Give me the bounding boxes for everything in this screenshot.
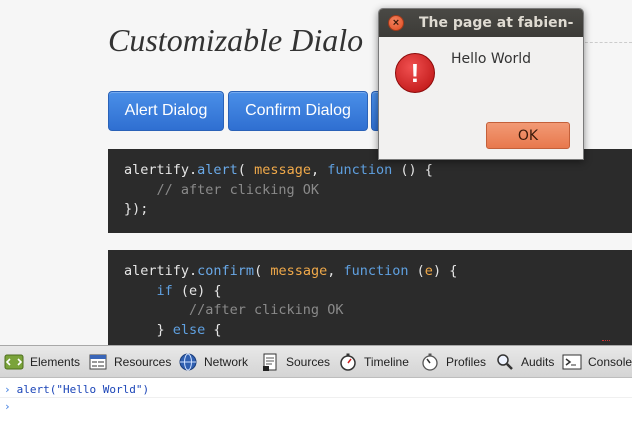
dialog-message: Hello World xyxy=(451,51,532,67)
error-icon: ! xyxy=(395,53,435,93)
page-title: Customizable Dialo xyxy=(108,22,364,58)
devtools-tab-label: Elements xyxy=(30,355,81,369)
devtools-tab-network[interactable]: Network xyxy=(178,346,248,378)
devtools-tab-elements[interactable]: Elements xyxy=(4,346,80,378)
devtools-tab-timeline[interactable]: Timeline xyxy=(338,346,409,378)
dialog-title: The page at fabien- xyxy=(419,15,574,31)
console-input[interactable]: › xyxy=(4,400,17,413)
code-block-confirm: alertify.confirm( message, function (e) … xyxy=(108,250,632,345)
code-comment: //after clicking OK xyxy=(124,302,344,318)
alert-dialog: × The page at fabien- ! Hello World OK xyxy=(378,8,584,160)
devtools-tab-profiles[interactable]: Profiles xyxy=(420,346,486,378)
sources-icon xyxy=(260,352,280,372)
stopwatch-icon xyxy=(338,352,358,372)
code-token: ) { xyxy=(432,263,458,279)
code-token: , xyxy=(327,263,344,279)
code-comment: // after clicking OK xyxy=(124,181,320,198)
code-token: alert xyxy=(197,162,238,178)
code-token: , xyxy=(310,162,328,178)
code-token: ( xyxy=(254,263,271,279)
code-token: alertify. xyxy=(124,162,198,178)
console-divider xyxy=(0,397,632,398)
devtools-tab-label: Timeline xyxy=(364,355,409,369)
devtools-tab-label: Resources xyxy=(114,355,172,369)
code-token: }); xyxy=(124,201,149,217)
close-icon[interactable]: × xyxy=(388,15,404,31)
dialog-titlebar[interactable]: × The page at fabien- xyxy=(379,9,583,37)
devtools-tab-resources[interactable]: Resources xyxy=(88,346,171,378)
alert-dialog-button[interactable]: Alert Dialog xyxy=(108,91,224,131)
code-token: alertify. xyxy=(124,263,198,279)
chevron-right-icon: › xyxy=(4,400,11,413)
code-token: else xyxy=(172,321,206,338)
devtools-tab-label: Console xyxy=(588,355,632,369)
code-token: { xyxy=(205,321,222,338)
globe-icon xyxy=(178,352,198,372)
devtools-tab-label: Network xyxy=(204,355,249,369)
console-history-entry: › alert("Hello World") xyxy=(4,383,149,396)
devtools-tab-label: Audits xyxy=(521,355,555,369)
gauge-icon xyxy=(420,352,440,372)
devtools-toolbar: Elements Resources Network Sources Timel… xyxy=(0,345,632,378)
code-token: e xyxy=(424,263,433,279)
console-panel[interactable]: › alert("Hello World") › xyxy=(0,378,632,422)
code-token: message xyxy=(254,162,311,178)
code-token: ( xyxy=(408,263,425,279)
resources-icon xyxy=(88,352,108,372)
code-token: function xyxy=(343,263,409,279)
code-token: } xyxy=(156,321,173,338)
code-token: function xyxy=(327,162,393,178)
ok-button[interactable]: OK xyxy=(486,122,570,149)
code-token: confirm xyxy=(197,263,255,279)
devtools-tab-sources[interactable]: Sources xyxy=(260,346,330,378)
code-token: ( xyxy=(237,162,255,178)
code-token: message xyxy=(270,263,328,279)
code-token: () { xyxy=(392,162,433,178)
magnifier-icon xyxy=(495,352,515,372)
devtools-tab-audits[interactable]: Audits xyxy=(495,346,554,378)
code-token: if xyxy=(156,282,173,299)
devtools-tab-label: Sources xyxy=(286,355,331,369)
code-token: (e) { xyxy=(172,282,222,299)
confirm-dialog-button[interactable]: Confirm Dialog xyxy=(228,91,368,131)
devtools-tab-label: Profiles xyxy=(446,355,487,369)
title-divider xyxy=(580,42,632,43)
code-block-alert: alertify.alert( message, function () { /… xyxy=(108,149,632,233)
console-entry-text: alert("Hello World") xyxy=(16,383,150,396)
devtools-tab-console[interactable]: Console xyxy=(562,346,632,378)
chevron-right-icon: › xyxy=(4,383,11,396)
elements-icon xyxy=(4,352,24,372)
console-icon xyxy=(562,352,582,372)
